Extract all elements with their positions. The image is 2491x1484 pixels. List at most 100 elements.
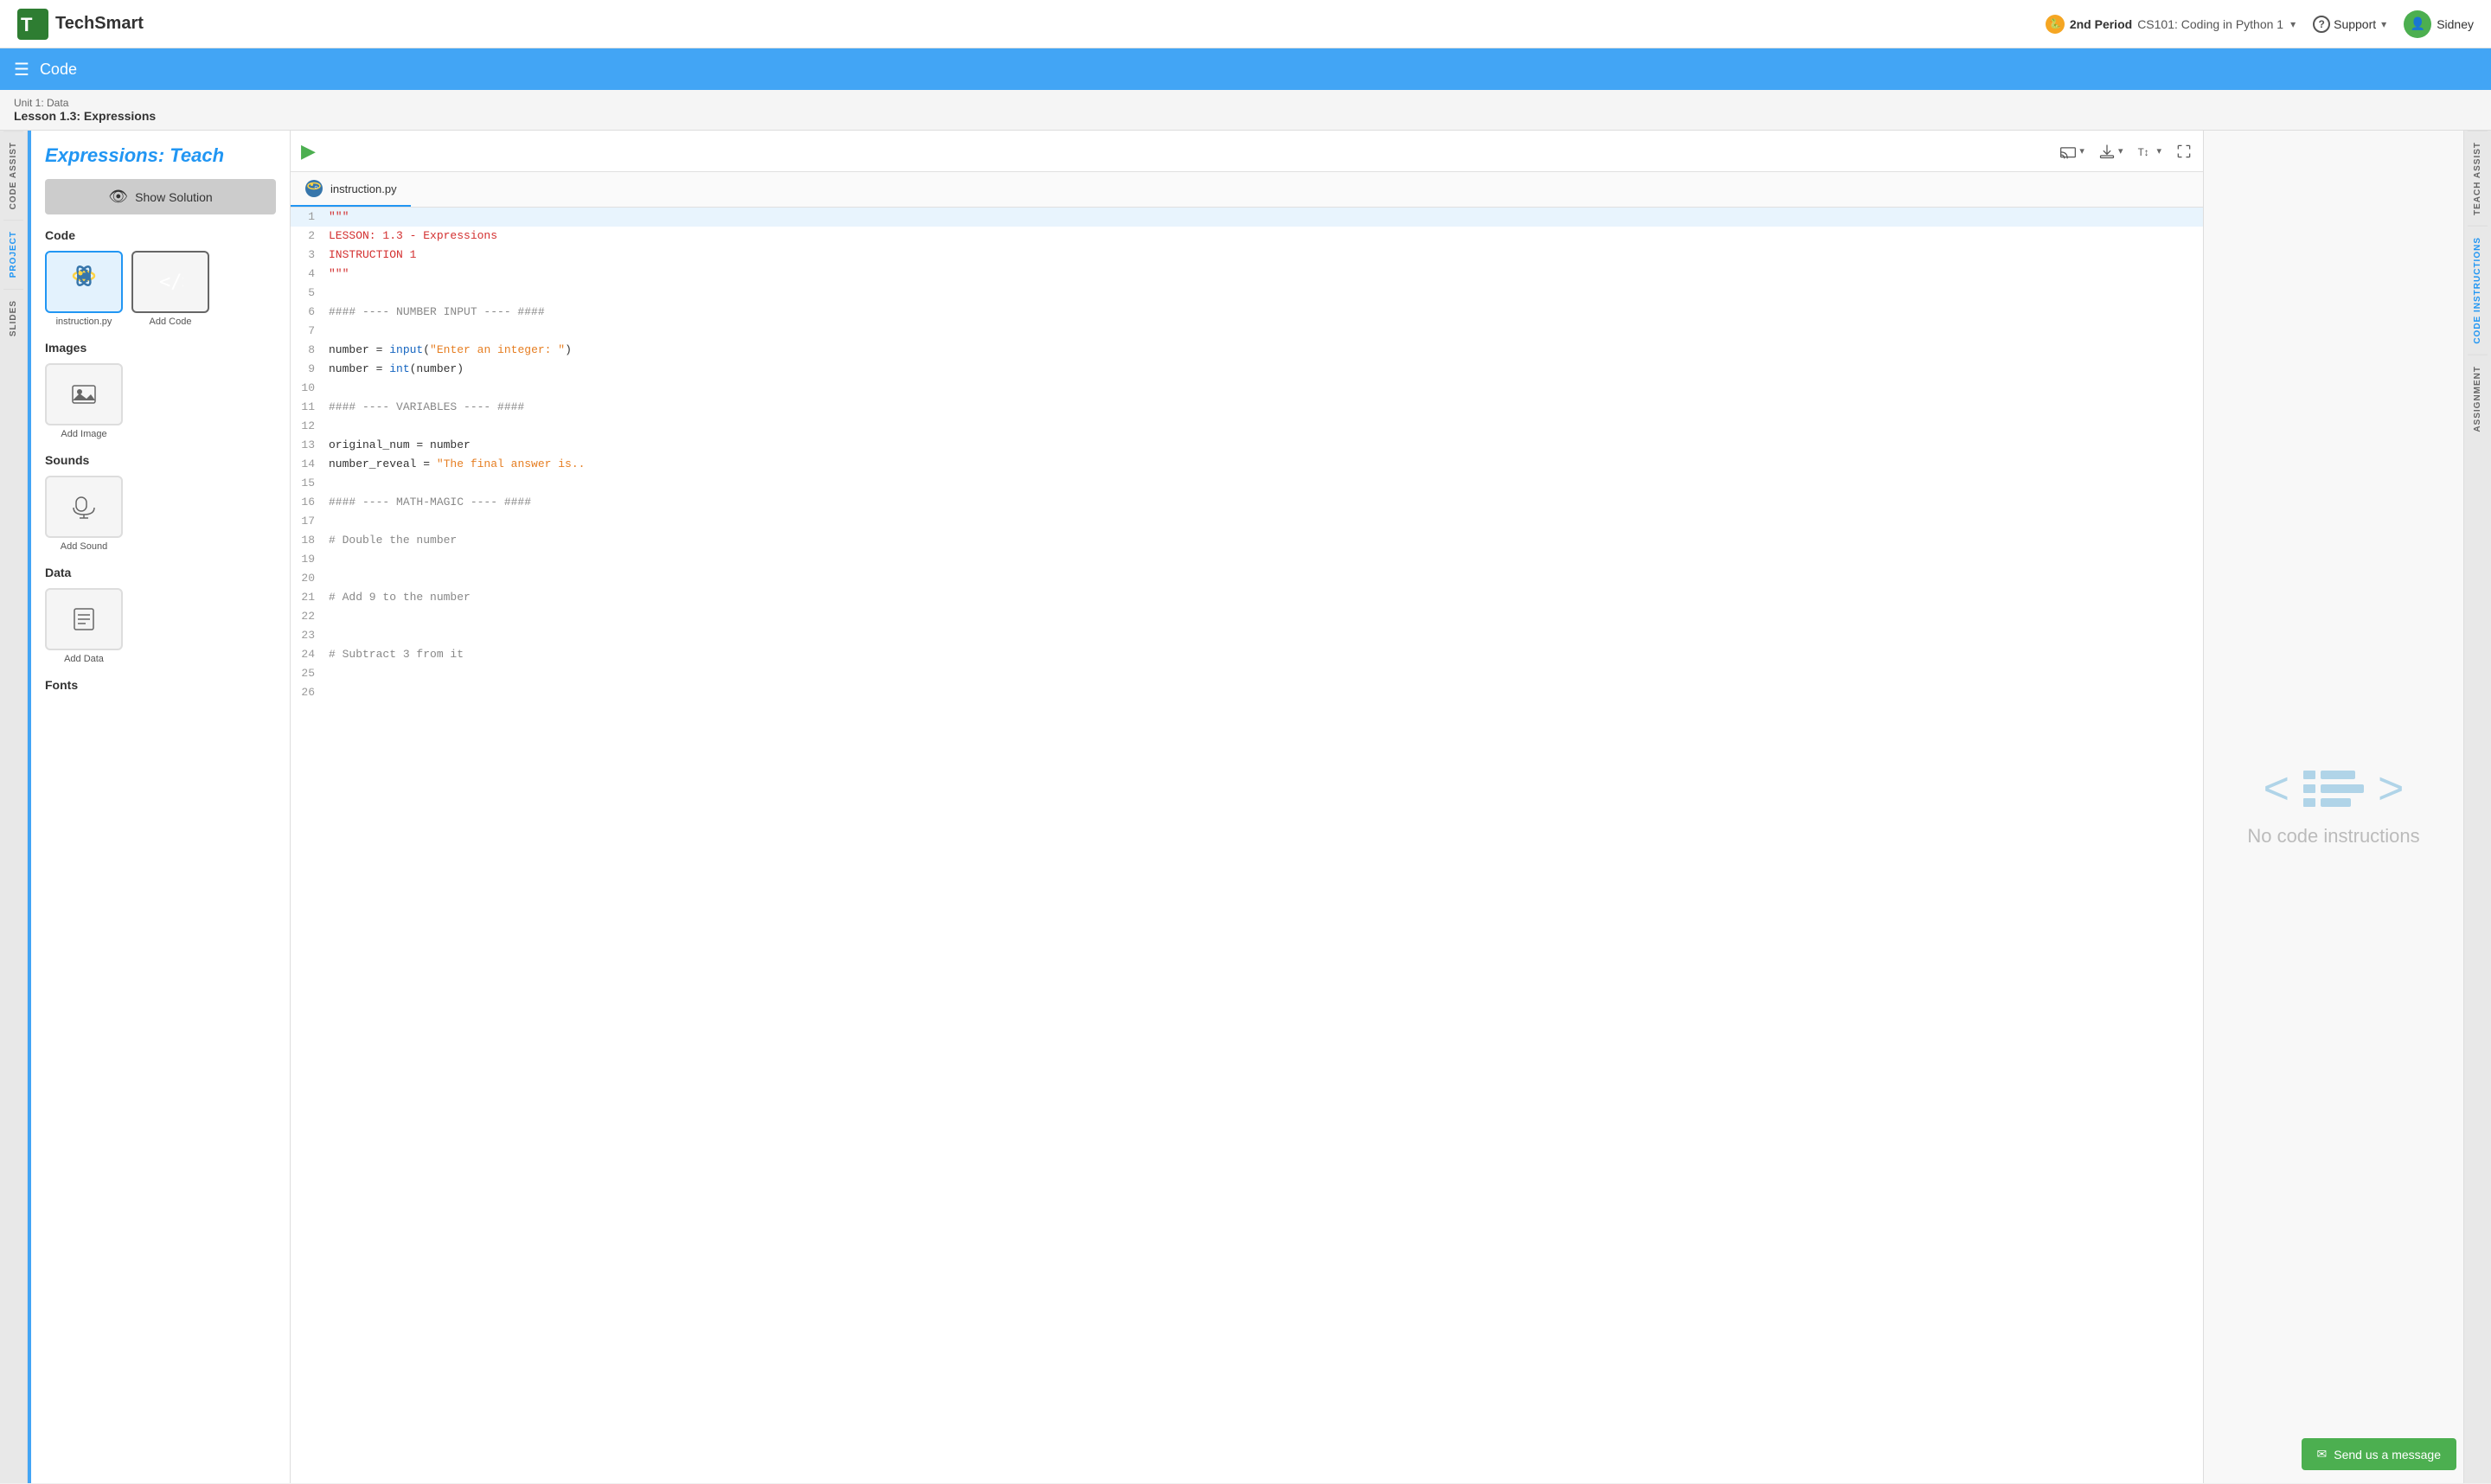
code-line-24: 24 # Subtract 3 from it	[291, 645, 2203, 664]
code-line-9: 9 number = int(number)	[291, 360, 2203, 379]
file-thumb-add-data	[45, 588, 123, 650]
support-circle-icon: ?	[2313, 16, 2330, 33]
main-layout: CODE ASSIST PROJECT SLIDES Expressions: …	[0, 131, 2491, 1483]
file-name-add-data: Add Data	[64, 654, 104, 664]
period-chevron-icon: ▾	[2290, 18, 2296, 30]
code-line-8: 8 number = input("Enter an integer: ")	[291, 341, 2203, 360]
download-chevron-icon: ▾	[2118, 145, 2123, 157]
code-line-17: 17	[291, 512, 2203, 531]
code-line-3: 3 INSTRUCTION 1	[291, 246, 2203, 265]
file-item-add-code[interactable]: </> Add Code	[131, 251, 209, 327]
images-section-label: Images	[45, 341, 276, 355]
support-button[interactable]: ? Support ▾	[2313, 16, 2386, 33]
code-section-label: Code	[45, 228, 276, 242]
file-name-instruction: instruction.py	[56, 317, 112, 327]
send-message-label: Send us a message	[2334, 1448, 2441, 1462]
code-line-12: 12	[291, 417, 2203, 436]
code-line-14: 14 number_reveal = "The final answer is.…	[291, 455, 2203, 474]
show-solution-label: Show Solution	[135, 190, 213, 204]
code-line-21: 21 # Add 9 to the number	[291, 588, 2203, 607]
side-tabs-left: CODE ASSIST PROJECT SLIDES	[0, 131, 28, 1483]
file-tab-instruction[interactable]: instruction.py	[291, 172, 411, 207]
period-course: CS101: Coding in Python 1	[2137, 17, 2283, 31]
sounds-section-label: Sounds	[45, 453, 276, 467]
hamburger-menu-icon[interactable]: ☰	[14, 59, 29, 80]
code-line-6: 6 #### ---- NUMBER INPUT ---- ####	[291, 303, 2203, 322]
code-line-19: 19	[291, 550, 2203, 569]
sidebar-item-code-assist[interactable]: CODE ASSIST	[3, 131, 23, 220]
file-item-add-data[interactable]: Add Data	[45, 588, 123, 664]
code-line-7: 7	[291, 322, 2203, 341]
code-line-16: 16 #### ---- MATH-MAGIC ---- ####	[291, 493, 2203, 512]
code-line-20: 20	[291, 569, 2203, 588]
logo-text: TechSmart	[55, 14, 144, 34]
support-chevron-icon: ▾	[2381, 18, 2386, 30]
code-line-15: 15	[291, 474, 2203, 493]
sidebar-item-teach-assist[interactable]: TEACH ASSIST	[2468, 131, 2488, 226]
data-section-label: Data	[45, 566, 276, 579]
svg-text:</>: </>	[159, 272, 183, 293]
user-area[interactable]: 👤 Sidney	[2404, 10, 2474, 38]
download-button[interactable]: ▾	[2098, 143, 2123, 160]
sidebar-item-slides[interactable]: SLIDES	[3, 289, 23, 347]
toolbar-right: ▾ ▾ T↕ ▾	[2059, 143, 2193, 160]
period-selector[interactable]: 🐍 2nd Period CS101: Coding in Python 1 ▾	[2046, 15, 2296, 34]
nav-right: 🐍 2nd Period CS101: Coding in Python 1 ▾…	[2046, 10, 2474, 38]
logo-area: T TechSmart	[17, 9, 144, 40]
code-line-22: 22	[291, 607, 2203, 626]
run-button[interactable]: ▶	[301, 140, 316, 163]
file-name-add-code: Add Code	[150, 317, 192, 327]
eye-icon: 👁	[108, 188, 128, 206]
editor-toolbar: ▶ ▾ ▾	[291, 131, 2203, 172]
code-editor-content[interactable]: 1 """ 2 LESSON: 1.3 - Expressions 3 INST…	[291, 208, 2203, 1483]
code-line-5: 5	[291, 284, 2203, 303]
file-item-add-image[interactable]: Add Image	[45, 363, 123, 439]
send-message-button[interactable]: ✉ Send us a message	[2302, 1438, 2456, 1470]
images-grid: Add Image	[45, 363, 276, 439]
project-panel: Expressions: Teach 👁 Show Solution Code	[31, 131, 291, 1483]
sidebar-item-code-instructions[interactable]: CODE INSTRUCTIONS	[2468, 226, 2488, 355]
code-line-1: 1 """	[291, 208, 2203, 227]
period-icon: 🐍	[2046, 15, 2065, 34]
no-instructions-text: No code instructions	[2247, 825, 2419, 848]
file-tab-bar: instruction.py	[291, 172, 2203, 208]
sidebar-item-project[interactable]: PROJECT	[3, 220, 23, 288]
code-line-11: 11 #### ---- VARIABLES ---- ####	[291, 398, 2203, 417]
file-item-instruction[interactable]: instruction.py	[45, 251, 123, 327]
show-solution-button[interactable]: 👁 Show Solution	[45, 179, 276, 214]
user-name: Sidney	[2437, 17, 2474, 31]
data-grid: Add Data	[45, 588, 276, 664]
editor-area: ▶ ▾ ▾	[291, 131, 2204, 1483]
fonts-section-label: Fonts	[45, 678, 276, 692]
blue-bar: ☰ Code	[0, 48, 2491, 90]
code-line-18: 18 # Double the number	[291, 531, 2203, 550]
code-line-10: 10	[291, 379, 2203, 398]
top-nav: T TechSmart 🐍 2nd Period CS101: Coding i…	[0, 0, 2491, 48]
font-size-button[interactable]: T↕ ▾	[2136, 143, 2161, 160]
code-instructions-content: < > No code instr	[2230, 749, 2437, 865]
file-thumb-instruction	[45, 251, 123, 313]
code-line-23: 23	[291, 626, 2203, 645]
blue-bar-title: Code	[40, 61, 77, 79]
left-bracket-icon: <	[2264, 766, 2289, 811]
code-line-2: 2 LESSON: 1.3 - Expressions	[291, 227, 2203, 246]
code-line-4: 4 """	[291, 265, 2203, 284]
lines-list-icon	[2303, 771, 2364, 807]
period-label: 2nd Period	[2070, 17, 2132, 31]
user-avatar-icon: 👤	[2404, 10, 2431, 38]
file-item-add-sound[interactable]: Add Sound	[45, 476, 123, 552]
file-thumb-add-sound	[45, 476, 123, 538]
techsmart-logo-icon: T	[17, 9, 48, 40]
cast-button[interactable]: ▾	[2059, 143, 2084, 160]
breadcrumb-unit: Unit 1: Data	[14, 97, 2477, 109]
file-name-add-image: Add Image	[61, 429, 106, 439]
svg-text:T: T	[21, 14, 33, 35]
fullscreen-button[interactable]	[2175, 143, 2193, 160]
breadcrumb-lesson: Lesson 1.3: Expressions	[14, 109, 2477, 123]
send-message-icon: ✉	[2317, 1447, 2328, 1462]
code-files-grid: instruction.py </> Add Code	[45, 251, 276, 327]
code-line-25: 25	[291, 664, 2203, 683]
code-line-13: 13 original_num = number	[291, 436, 2203, 455]
sidebar-item-assignment[interactable]: ASSIGNMENT	[2468, 355, 2488, 443]
side-tabs-right: TEACH ASSIST CODE INSTRUCTIONS ASSIGNMEN…	[2463, 131, 2491, 1483]
